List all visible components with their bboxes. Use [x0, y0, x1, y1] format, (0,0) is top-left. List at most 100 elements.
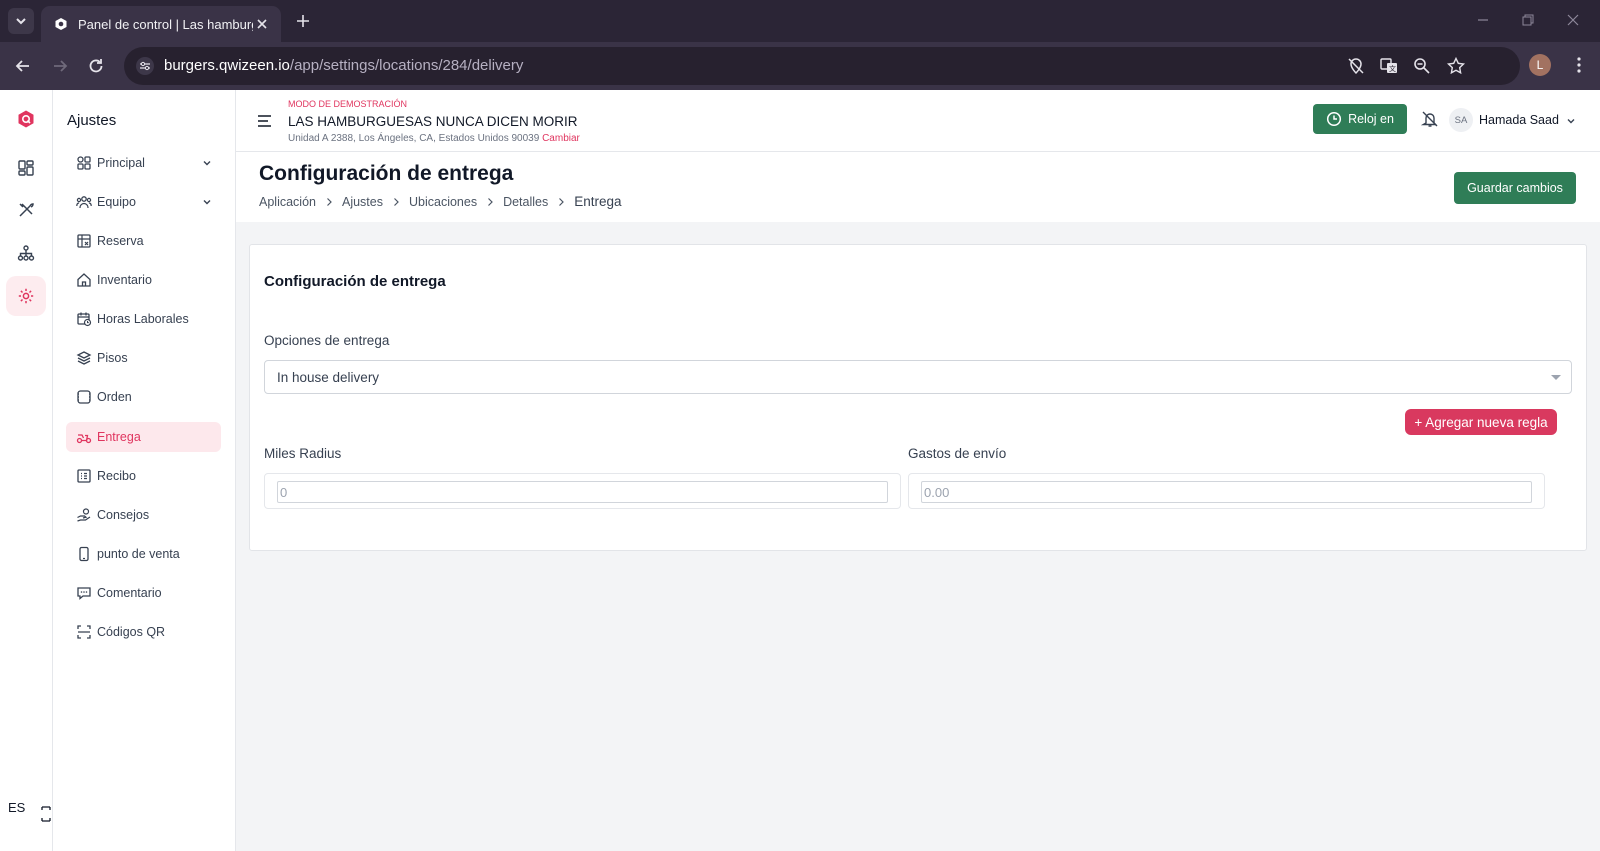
page-title: Configuración de entrega [259, 162, 514, 185]
chevron-right-icon [488, 197, 493, 206]
forward-icon[interactable] [50, 56, 70, 76]
sidebar-item-label: Principal [97, 156, 145, 170]
qr-scan-icon [76, 624, 92, 640]
card-title: Configuración de entrega [264, 273, 446, 290]
dashboard-icon[interactable] [6, 148, 46, 188]
chevron-down-icon [203, 161, 211, 166]
miles-radius-wrapper: 0 [264, 473, 901, 509]
delivery-fee-input[interactable]: 0.00 [921, 481, 1532, 503]
breadcrumb-item[interactable]: Ubicaciones [409, 195, 477, 209]
sidebar-item-consejos[interactable]: Consejos [66, 500, 221, 530]
team-icon [76, 194, 92, 210]
sidebar-item-label: Pisos [97, 351, 128, 365]
new-tab-icon[interactable] [294, 12, 312, 30]
sidebar-item-equipo[interactable]: Equipo [66, 187, 221, 217]
sidebar-item-label: Comentario [97, 586, 162, 600]
sidebar-item-reserva[interactable]: Reserva [66, 226, 221, 256]
main-content: Configuración de entrega Opciones de ent… [236, 222, 1600, 851]
reload-icon[interactable] [86, 56, 106, 76]
location-off-icon[interactable] [1346, 56, 1366, 76]
chevron-right-icon [559, 197, 565, 206]
expand-icon[interactable] [40, 806, 52, 822]
zoom-icon[interactable] [1412, 56, 1432, 76]
layers-icon [76, 350, 92, 366]
dropdown-arrow-icon [1551, 375, 1561, 380]
delivery-options-select[interactable]: In house delivery [264, 360, 1572, 394]
breadcrumb-current: Entrega [574, 194, 622, 209]
delivery-settings-card: Configuración de entrega Opciones de ent… [249, 244, 1587, 551]
receipt-icon [76, 468, 92, 484]
settings-gear-icon[interactable] [6, 276, 46, 316]
sidebar-title: Ajustes [67, 112, 117, 129]
sidebar-item-principal[interactable]: Principal [66, 148, 221, 178]
sidebar-item-label: Consejos [97, 508, 150, 522]
sidebar-item-label: Entrega [97, 430, 141, 444]
restaurant-address: Unidad A 2388, Los Ángeles, CA, Estados … [288, 133, 580, 144]
browser-toolbar: burgers.qwizeen.io/app/settings/location… [0, 42, 1600, 90]
chevron-down-icon[interactable] [1565, 115, 1577, 127]
kebab-menu-icon[interactable] [1570, 56, 1588, 74]
sidebar-item-label: Recibo [97, 469, 136, 483]
sidebar-item-codigos-qr[interactable]: Códigos QR [66, 617, 221, 647]
qwizeen-logo-icon[interactable] [6, 99, 46, 139]
profile-avatar[interactable]: L [1529, 54, 1551, 76]
menu-toggle-icon[interactable] [256, 113, 274, 129]
miles-radius-label: Miles Radius [264, 446, 342, 461]
close-icon[interactable] [255, 17, 269, 31]
sidebar-item-recibo[interactable]: Recibo [66, 461, 221, 491]
sidebar-item-label: Horas Laborales [97, 312, 189, 326]
browser-tab-bar: Panel de control | Las hamburgu [0, 0, 1600, 42]
browser-tab[interactable]: Panel de control | Las hamburgu [41, 6, 281, 42]
sidebar-item-horas-laborales[interactable]: Horas Laborales [66, 304, 221, 334]
qwizeen-favicon-icon [53, 16, 69, 32]
app-icon-rail [0, 90, 53, 851]
chevron-down-icon [16, 18, 26, 25]
translate-icon[interactable]: 文 [1379, 56, 1399, 76]
settings-sidebar: Ajustes Principal Equipo Reserva Inventa… [53, 90, 236, 851]
clock-in-button[interactable]: Reloj en [1313, 104, 1407, 134]
delivery-fee-label: Gastos de envío [908, 446, 1007, 461]
save-changes-button[interactable]: Guardar cambios [1454, 172, 1576, 204]
sidebar-item-comentario[interactable]: Comentario [66, 578, 221, 608]
restaurant-name: LAS HAMBURGUESAS NUNCA DICEN MORIR [288, 114, 578, 129]
window-close-icon[interactable] [1565, 12, 1581, 28]
sidebar-item-label: punto de venta [97, 547, 180, 561]
delivery-options-label: Opciones de entrega [264, 333, 390, 348]
utensils-icon[interactable] [6, 190, 46, 230]
breadcrumb: Aplicación Ajustes Ubicaciones Detalles … [259, 194, 622, 209]
breadcrumb-item[interactable]: Aplicación [259, 195, 316, 209]
sidebar-item-label: Equipo [97, 195, 136, 209]
breadcrumb-item[interactable]: Ajustes [342, 195, 383, 209]
home-icon [76, 272, 92, 288]
restore-icon[interactable] [1520, 12, 1536, 28]
add-rule-button[interactable]: + Agregar nueva regla [1405, 409, 1557, 435]
breadcrumb-item[interactable]: Detalles [503, 195, 548, 209]
miles-radius-input[interactable]: 0 [277, 481, 888, 503]
tab-search-button[interactable] [8, 8, 34, 34]
order-icon [76, 389, 92, 405]
tip-hand-icon [76, 507, 92, 523]
sidebar-item-inventario[interactable]: Inventario [66, 265, 221, 295]
table-grid-icon [76, 233, 92, 249]
sidebar-item-label: Orden [97, 390, 132, 404]
sidebar-item-label: Códigos QR [97, 625, 166, 639]
notifications-off-icon[interactable] [1421, 110, 1439, 128]
address-bar[interactable]: burgers.qwizeen.io/app/settings/location… [124, 47, 1520, 85]
sidebar-item-entrega[interactable]: Entrega [66, 422, 221, 452]
change-location-link[interactable]: Cambiar [542, 133, 580, 144]
chevron-right-icon [327, 197, 332, 206]
site-info-icon[interactable] [136, 57, 154, 75]
sidebar-item-pisos[interactable]: Pisos [66, 343, 221, 373]
tab-title: Panel de control | Las hamburgu [78, 16, 253, 32]
user-name[interactable]: Hamada Saad [1479, 113, 1559, 127]
user-avatar[interactable]: SA [1449, 108, 1473, 132]
url-text: burgers.qwizeen.io/app/settings/location… [164, 57, 524, 74]
chevron-down-icon [203, 200, 211, 205]
bookmark-star-icon[interactable] [1446, 56, 1466, 76]
hierarchy-icon[interactable] [6, 233, 46, 273]
minimize-icon[interactable] [1475, 12, 1491, 28]
sidebar-item-punto-de-venta[interactable]: punto de venta [66, 539, 221, 569]
sidebar-item-orden[interactable]: Orden [66, 382, 221, 412]
back-icon[interactable] [13, 56, 33, 76]
language-switcher[interactable]: ES [8, 800, 25, 815]
